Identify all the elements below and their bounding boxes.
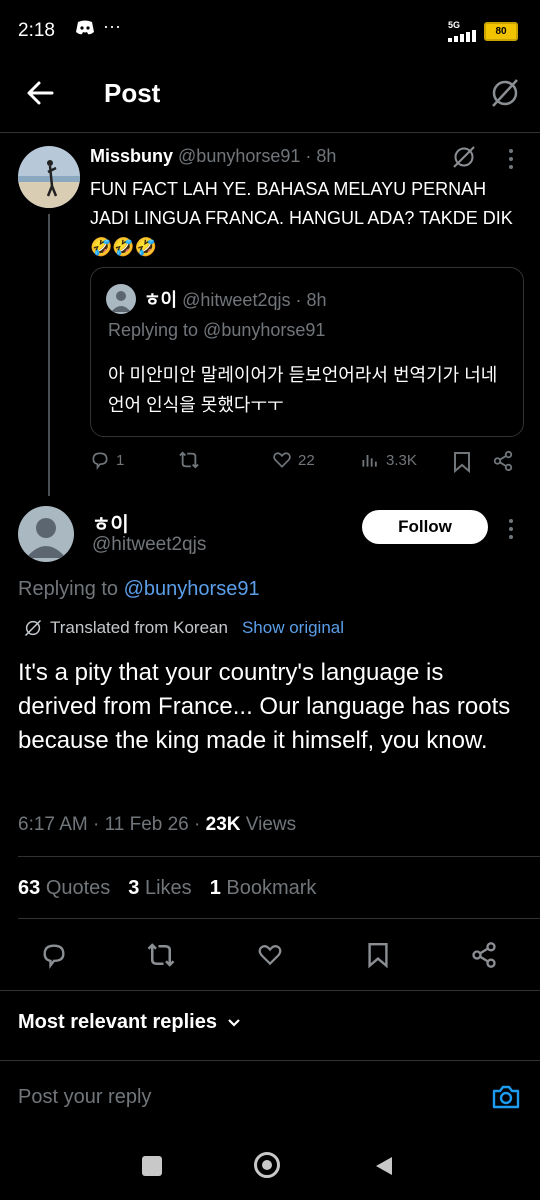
post-time: · 8h	[305, 146, 337, 166]
avatar[interactable]	[18, 506, 74, 562]
translate-icon[interactable]	[452, 145, 476, 174]
translate-icon[interactable]	[490, 78, 520, 113]
author-name: Missbuny	[90, 146, 174, 166]
replies-sort-dropdown[interactable]: Most relevant replies	[18, 1011, 241, 1034]
views-count: 23K	[205, 814, 241, 835]
follow-button[interactable]: Follow	[362, 510, 488, 544]
views-count: 3.3K	[386, 451, 417, 469]
like-button[interactable]: 22	[272, 450, 315, 470]
divider	[18, 856, 540, 857]
translation-info: Translated from Korean Show original	[24, 618, 344, 638]
show-original-link[interactable]: Show original	[242, 618, 344, 638]
discord-icon	[75, 20, 95, 41]
thread-line	[48, 214, 50, 496]
author-name: ㅎ이	[144, 290, 178, 310]
author-handle[interactable]: @hitweet2qjs	[92, 534, 206, 556]
reply-button[interactable]: 1	[90, 450, 124, 470]
divider	[0, 1060, 540, 1061]
signal-icon: 5G	[448, 20, 478, 42]
bookmark-icon[interactable]	[366, 941, 390, 974]
back-arrow-icon[interactable]	[26, 80, 54, 111]
more-options-icon[interactable]	[508, 148, 514, 175]
replies-sort-label: Most relevant replies	[18, 1011, 217, 1033]
replying-to: Replying to @bunyhorse91	[18, 578, 260, 600]
reply-icon[interactable]	[40, 941, 68, 974]
quote-author: ㅎ이 @hitweet2qjs · 8h	[144, 286, 327, 312]
post-time: · 8h	[295, 290, 327, 310]
repost-icon	[179, 451, 199, 469]
chevron-down-icon	[228, 1018, 240, 1027]
battery-icon: 80	[484, 21, 518, 41]
post-meta: 6:17 AM · 11 Feb 26 · 23K Views	[18, 814, 296, 836]
status-bar: 2:18 ··· 5G 80	[0, 0, 540, 62]
author-name[interactable]: ㅎ이	[92, 508, 129, 537]
more-options-icon[interactable]	[508, 518, 514, 545]
avatar	[106, 284, 136, 314]
post-text: It's a pity that your country's language…	[18, 659, 511, 754]
page-title: Post	[104, 78, 161, 108]
post-text: FUN FACT LAH YE. BAHASA MELAYU PERNAH JA…	[90, 179, 513, 257]
status-indicators: 5G 80	[448, 20, 518, 42]
back-icon[interactable]	[374, 1155, 394, 1182]
parent-author[interactable]: Missbuny @bunyhorse91 · 8h	[90, 146, 336, 167]
post-timestamp: 6:17 AM · 11 Feb 26 ·	[18, 814, 201, 835]
avatar[interactable]	[18, 146, 80, 208]
recents-icon[interactable]	[142, 1156, 162, 1176]
reply-input[interactable]: Post your reply	[18, 1086, 151, 1109]
share-icon[interactable]	[470, 941, 498, 974]
repost-button[interactable]	[178, 450, 200, 470]
likes-stat[interactable]: 3 Likes	[128, 877, 191, 900]
translate-icon	[24, 619, 42, 637]
repost-icon[interactable]	[146, 941, 176, 974]
bookmarks-stat[interactable]: 1 Bookmark	[210, 877, 317, 900]
home-icon[interactable]	[254, 1152, 280, 1178]
author-handle: @bunyhorse91	[178, 146, 301, 166]
heart-icon	[273, 452, 291, 468]
heart-icon[interactable]	[256, 942, 284, 973]
quote-replying-to: Replying to @bunyhorse91	[108, 320, 326, 340]
more-notifications-icon: ···	[103, 16, 121, 36]
like-count: 22	[298, 451, 315, 469]
engagement-stats: 63 Quotes 3 Likes 1 Bookmark	[18, 877, 316, 900]
status-time: 2:18	[18, 20, 55, 41]
author-handle: @hitweet2qjs	[182, 290, 291, 310]
views-label: Views	[245, 814, 297, 835]
quote-text: 아 미안미안 말레이어가 듣보언어라서 번역기가 너네 언어 인식을 못했다ㅜㅜ	[108, 365, 498, 415]
replying-to-link[interactable]: @bunyhorse91	[124, 578, 260, 600]
app-header	[0, 62, 540, 133]
quotes-stat[interactable]: 63 Quotes	[18, 877, 110, 900]
reply-icon	[92, 452, 108, 470]
bookmark-icon[interactable]	[452, 451, 472, 478]
camera-icon[interactable]	[491, 1083, 521, 1116]
views-icon	[362, 455, 377, 467]
reply-count: 1	[116, 451, 125, 469]
divider	[18, 918, 540, 919]
share-icon[interactable]	[492, 450, 514, 477]
divider	[0, 990, 540, 991]
views-button[interactable]: 3.3K	[360, 450, 417, 470]
translated-label: Translated from Korean	[50, 618, 228, 637]
